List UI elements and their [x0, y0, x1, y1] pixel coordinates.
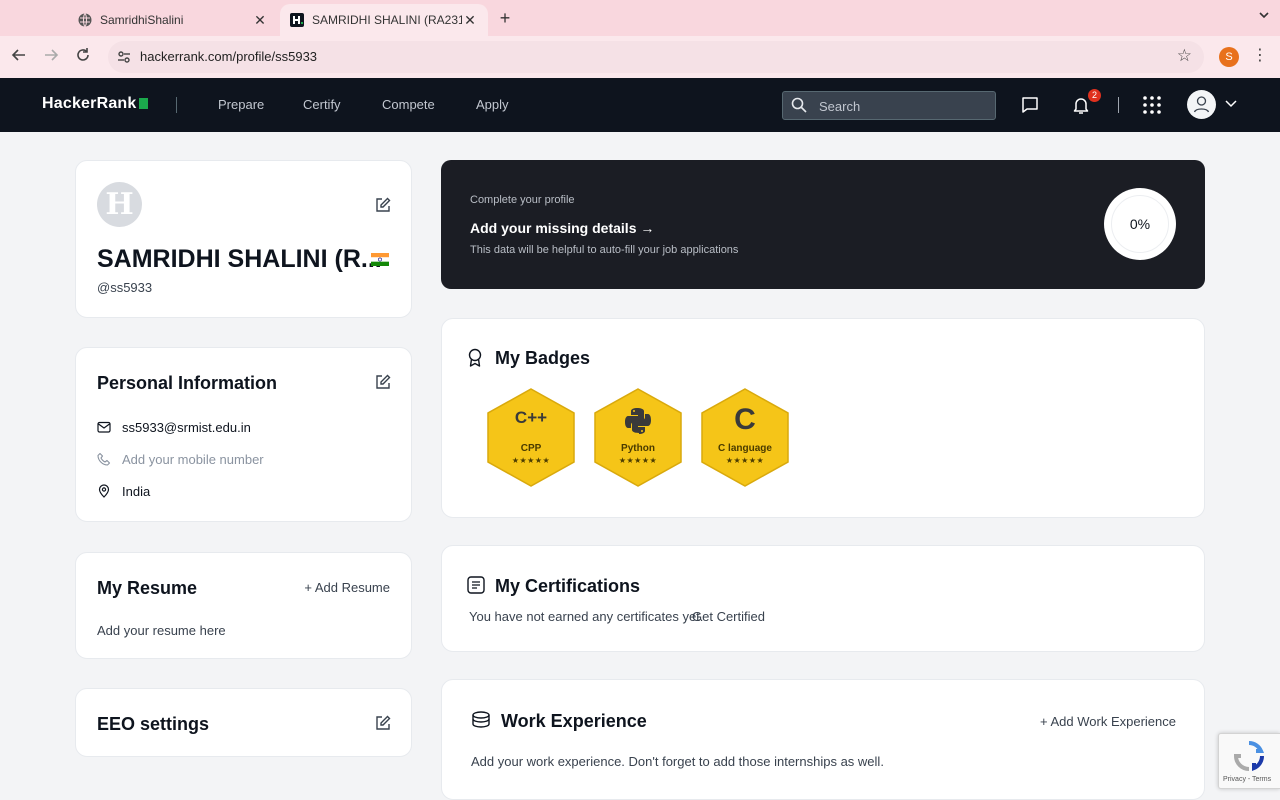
banner-eyebrow: Complete your profile	[470, 194, 575, 206]
location-pin-icon	[98, 484, 110, 498]
eeo-settings-card: EEO settings	[75, 688, 412, 757]
complete-profile-banner: Complete your profile Add your missing d…	[441, 160, 1205, 289]
profile-card: H SAMRIDHI SHALINI (R... @ss5933	[75, 160, 412, 318]
browser-tab-strip: SamridhiShalini ✕ SAMRIDHI SHALINI (RA23…	[0, 0, 1280, 36]
card-title: Personal Information	[97, 373, 278, 393]
work-experience-card: Work Experience + Add Work Experience Ad…	[441, 679, 1205, 800]
recaptcha-privacy-terms[interactable]: Privacy - Terms	[1223, 776, 1271, 783]
close-icon[interactable]: ✕	[462, 12, 478, 28]
resume-card: My Resume + Add Resume Add your resume h…	[75, 552, 412, 659]
url-text: hackerrank.com/profile/ss5933	[140, 49, 318, 64]
bookmark-star-icon[interactable]: ☆	[1177, 46, 1192, 66]
browser-tab-active[interactable]: SAMRIDHI SHALINI (RA23110 ✕	[280, 4, 488, 36]
chevron-down-icon[interactable]	[1224, 96, 1238, 110]
address-bar[interactable]: hackerrank.com/profile/ss5933 ☆	[108, 41, 1204, 73]
edit-icon[interactable]	[375, 197, 391, 213]
badge-python[interactable]: Python ★★★★★	[593, 388, 683, 487]
messages-icon[interactable]	[1020, 95, 1040, 115]
recaptcha-widget[interactable]: Privacy - Terms	[1218, 733, 1280, 789]
badge-stars: ★★★★★	[511, 456, 551, 465]
add-resume-button[interactable]: + Add Resume	[304, 580, 390, 595]
nav-divider	[1118, 97, 1119, 113]
india-flag-icon	[371, 253, 389, 266]
badges-card: My Badges C++ CPP ★★★★★ Python ★★★★★ C C…	[441, 318, 1205, 518]
card-title: My Certifications	[495, 576, 641, 596]
card-title: Work Experience	[501, 711, 647, 731]
new-tab-icon[interactable]: +	[496, 8, 514, 28]
nav-link-compete[interactable]: Compete	[382, 97, 435, 112]
email-value: ss5933@srmist.edu.in	[122, 419, 251, 435]
recaptcha-logo-icon	[1233, 740, 1265, 772]
hackerrank-favicon-icon	[290, 13, 304, 27]
browser-toolbar: hackerrank.com/profile/ss5933 ☆ S ⋮	[0, 36, 1280, 78]
profile-name: SAMRIDHI SHALINI (R...	[97, 245, 382, 273]
certifications-card: My Certifications You have not earned an…	[441, 545, 1205, 652]
progress-percent: 0%	[1111, 195, 1169, 253]
forward-arrow-icon[interactable]	[41, 47, 61, 67]
browser-tab[interactable]: SamridhiShalini ✕	[68, 4, 278, 36]
logo-text: HackerRank	[42, 95, 137, 112]
nav-divider	[176, 97, 177, 113]
profile-progress-ring: 0%	[1104, 188, 1176, 260]
phone-row[interactable]: Add your mobile number	[97, 450, 264, 468]
card-title: EEO settings	[97, 714, 210, 734]
hackerrank-navbar: HackerRank Prepare Certify Compete Apply…	[0, 78, 1280, 132]
badge-cpp[interactable]: C++ CPP ★★★★★	[486, 388, 576, 487]
logo-block-icon	[138, 98, 148, 109]
close-icon[interactable]: ✕	[252, 12, 268, 28]
work-experience-placeholder: Add your work experience. Don't forget t…	[471, 754, 884, 769]
badge-name: C language	[718, 443, 772, 454]
location-row: India	[97, 482, 150, 500]
badge-stars: ★★★★★	[725, 456, 765, 465]
nav-link-prepare[interactable]: Prepare	[218, 97, 264, 112]
certificate-icon	[467, 576, 485, 594]
badge-name: Python	[621, 443, 655, 454]
search-icon	[791, 97, 807, 113]
reload-icon[interactable]	[73, 47, 93, 67]
briefcase-icon	[471, 711, 491, 729]
c-glyph-icon: C	[734, 403, 756, 436]
profile-username: @ss5933	[97, 280, 153, 295]
tab-title: SamridhiShalini	[100, 13, 184, 27]
tab-title: SAMRIDHI SHALINI (RA23110	[312, 13, 462, 27]
location-value: India	[122, 483, 151, 499]
nav-link-apply[interactable]: Apply	[476, 97, 509, 112]
back-arrow-icon[interactable]	[9, 47, 29, 67]
browser-menu-icon[interactable]: ⋮	[1252, 45, 1268, 65]
tab-search-chevron-icon[interactable]	[1258, 9, 1270, 24]
phone-icon	[97, 452, 111, 466]
resume-placeholder: Add your resume here	[97, 623, 226, 638]
banner-subtitle: This data will be helpful to auto-fill y…	[470, 244, 739, 256]
award-icon	[467, 348, 483, 368]
notification-count-badge: 2	[1088, 89, 1101, 102]
email-row: ss5933@srmist.edu.in	[97, 418, 251, 436]
badge-c-language[interactable]: C C language ★★★★★	[700, 388, 790, 487]
add-work-experience-button[interactable]: + Add Work Experience	[1040, 714, 1176, 729]
edit-icon[interactable]	[375, 374, 391, 390]
hackerrank-logo[interactable]: HackerRank	[42, 95, 148, 113]
mail-icon	[97, 421, 111, 433]
apps-grid-icon[interactable]	[1142, 95, 1162, 115]
globe-icon	[78, 13, 92, 27]
search-placeholder: Search	[819, 99, 861, 114]
get-certified-link[interactable]: Get Certified	[692, 609, 765, 624]
nav-link-certify[interactable]: Certify	[303, 97, 341, 112]
add-missing-details-link[interactable]: Add your missing details →	[470, 220, 654, 236]
personal-information-card: Personal Information ss5933@srmist.edu.i…	[75, 347, 412, 522]
edit-icon[interactable]	[375, 715, 391, 731]
avatar: H	[97, 182, 142, 227]
badge-stars: ★★★★★	[618, 456, 658, 465]
card-title: My Badges	[495, 348, 591, 368]
badge-name: CPP	[520, 443, 542, 454]
phone-placeholder: Add your mobile number	[122, 451, 264, 467]
browser-profile-avatar[interactable]: S	[1219, 47, 1239, 67]
search-input[interactable]: Search	[782, 91, 996, 120]
card-title: My Resume	[97, 578, 198, 598]
site-settings-icon[interactable]	[116, 49, 132, 65]
user-avatar[interactable]	[1187, 90, 1216, 119]
cpp-glyph-icon: C++	[514, 408, 548, 427]
certifications-empty-text: You have not earned any certificates yet…	[469, 609, 704, 624]
